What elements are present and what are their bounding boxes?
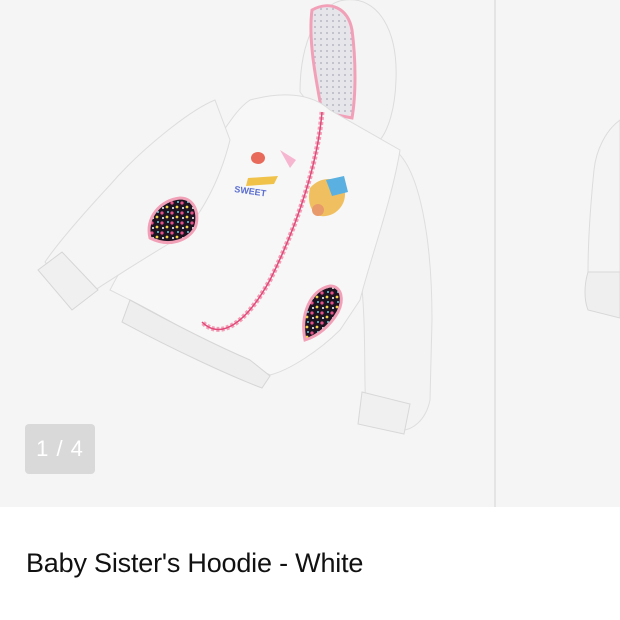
image-counter: 1 / 4 <box>25 424 95 474</box>
gallery-slide-active[interactable]: SWEET 1 / 4 <box>0 0 494 507</box>
gallery-slide-next[interactable] <box>496 0 620 507</box>
next-product-image <box>584 119 620 319</box>
product-title: Baby Sister's Hoodie - White <box>26 548 364 578</box>
image-gallery[interactable]: SWEET 1 / 4 <box>0 0 620 507</box>
